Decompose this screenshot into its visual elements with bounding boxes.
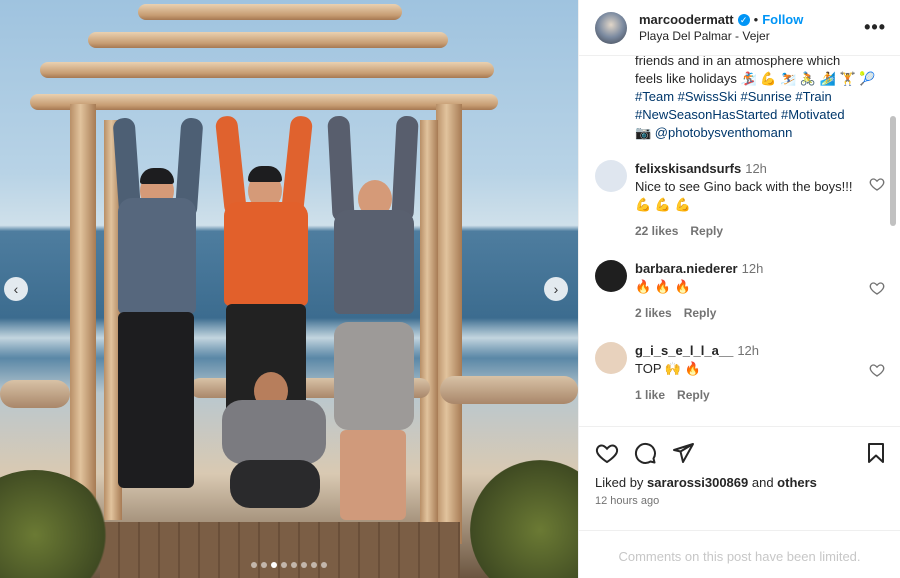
comment-likes[interactable]: 1 like: [635, 388, 665, 402]
author-avatar[interactable]: [595, 11, 627, 44]
comment-text: Nice to see Gino back with the boys!!! 💪…: [635, 179, 853, 212]
author-username[interactable]: marcoodermatt: [639, 12, 734, 27]
carousel-dot: [281, 562, 287, 568]
comment-time[interactable]: 12h: [745, 161, 767, 176]
pergola-beam: [30, 94, 498, 110]
comment-time[interactable]: 12h: [737, 343, 759, 358]
carousel-dot: [291, 562, 297, 568]
liked-by-summary: Liked by sararossi300869 and others: [595, 475, 817, 490]
pergola-beam: [88, 32, 448, 48]
comment-like-heart-icon[interactable]: [869, 280, 885, 296]
post-location[interactable]: Playa Del Palmar - Vejer: [639, 29, 864, 43]
share-paper-plane-icon[interactable]: [671, 441, 695, 465]
pergola-beam: [40, 62, 494, 78]
follow-button[interactable]: Follow: [762, 12, 803, 27]
caption-photo-credit[interactable]: 📷 @photobysventhomann: [635, 124, 875, 142]
pergola-post: [436, 104, 462, 544]
comment-like-heart-icon[interactable]: [869, 362, 885, 378]
comment-text: TOP 🙌 🔥: [635, 361, 701, 376]
caption-hashtags[interactable]: #NewSeasonHasStarted #Motivated: [635, 106, 875, 124]
post-side-panel: marcoodermatt ✓ • Follow Playa Del Palma…: [578, 0, 900, 578]
comment-reply-button[interactable]: Reply: [684, 306, 717, 320]
comment-like-heart-icon[interactable]: [869, 176, 885, 192]
comment-username[interactable]: barbara.niederer: [635, 261, 738, 276]
liked-by-and: and: [748, 475, 778, 490]
pergola-post: [420, 120, 438, 530]
post-caption: friends and in an atmosphere which feels…: [635, 56, 875, 142]
commenter-avatar[interactable]: [595, 160, 627, 192]
carousel-next-button[interactable]: ›: [544, 277, 568, 301]
verified-badge-icon: ✓: [737, 13, 750, 26]
carousel-indicator: [0, 562, 578, 568]
carousel-dot: [301, 562, 307, 568]
caption-hashtags[interactable]: #Team #SwissSki #Sunrise #Train: [635, 88, 875, 106]
like-heart-icon[interactable]: [595, 441, 619, 465]
liked-by-others-link[interactable]: others: [777, 475, 817, 490]
comments-limited-notice: Comments on this post have been limited.: [579, 530, 900, 578]
wooden-deck: [100, 522, 460, 578]
caption-text: feels like holidays 🏂 💪 ⛷️ 🚴 🏄 🏋️ 🎾: [635, 71, 876, 86]
comment-reply-button[interactable]: Reply: [690, 224, 723, 238]
save-bookmark-icon[interactable]: [864, 441, 888, 465]
carousel-dot: [321, 562, 327, 568]
pergola-post: [70, 104, 96, 524]
comment-username[interactable]: felixskisandsurfs: [635, 161, 741, 176]
post-header: marcoodermatt ✓ • Follow Playa Del Palma…: [579, 0, 900, 56]
carousel-dot: [311, 562, 317, 568]
plant: [470, 460, 578, 578]
header-separator: •: [753, 12, 759, 27]
pergola-beam: [138, 4, 402, 20]
comment-likes[interactable]: 22 likes: [635, 224, 678, 238]
scrollbar-thumb[interactable]: [890, 116, 896, 226]
railing: [0, 380, 70, 408]
carousel-prev-button[interactable]: ‹: [4, 277, 28, 301]
comment-likes[interactable]: 2 likes: [635, 306, 672, 320]
carousel-dot: [251, 562, 257, 568]
comment-username[interactable]: g_i_s_e_l_l_a__: [635, 343, 733, 358]
post-photo[interactable]: ‹ ›: [0, 0, 578, 578]
post-view: ‹ › marcoodermatt ✓ • Follow Playa Del P…: [0, 0, 900, 578]
liked-by-prefix: Liked by: [595, 475, 648, 490]
comment-text: 🔥 🔥 🔥: [635, 279, 691, 294]
caption-text: friends and in an atmosphere which: [635, 56, 841, 68]
liked-by-user-link[interactable]: sararossi300869: [647, 475, 748, 490]
comment-bubble-icon[interactable]: [633, 441, 657, 465]
post-timestamp[interactable]: 12 hours ago: [595, 495, 659, 507]
comment-time[interactable]: 12h: [742, 261, 764, 276]
post-actions: Liked by sararossi300869 and others 12 h…: [579, 426, 900, 546]
commenter-avatar[interactable]: [595, 342, 627, 374]
carousel-dot: [271, 562, 277, 568]
comments-scroll-area[interactable]: friends and in an atmosphere which feels…: [579, 56, 900, 426]
railing: [440, 376, 578, 404]
carousel-dot: [261, 562, 267, 568]
commenter-avatar[interactable]: [595, 260, 627, 292]
comment-reply-button[interactable]: Reply: [677, 388, 710, 402]
more-options-icon[interactable]: •••: [864, 17, 886, 38]
